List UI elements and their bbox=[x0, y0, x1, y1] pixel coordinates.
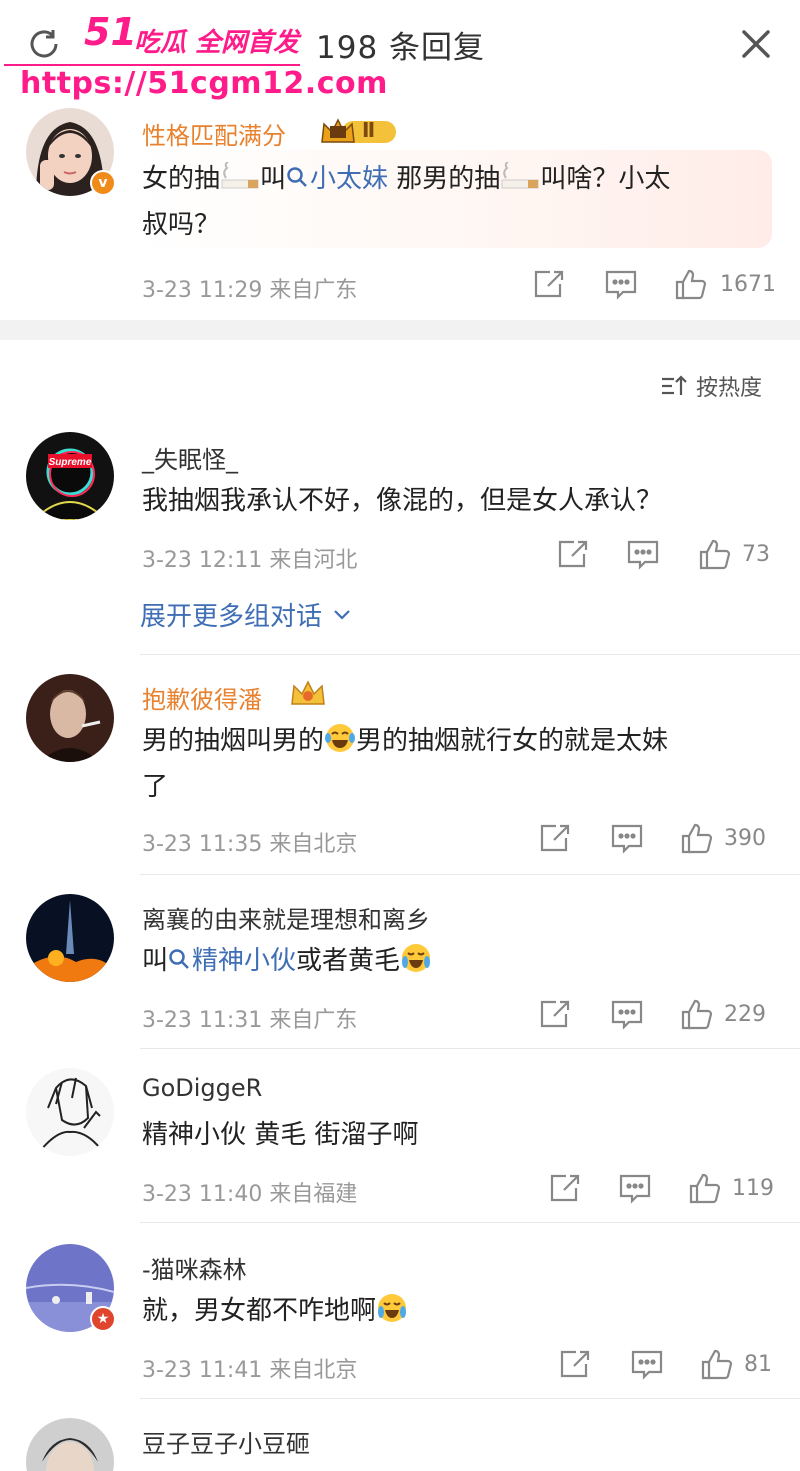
divider bbox=[140, 874, 800, 875]
comment-username[interactable]: GoDiggeR bbox=[142, 1074, 262, 1102]
watermark-underline bbox=[4, 64, 300, 66]
main-post-text: 女的抽叫小太妹 那男的抽 叫啥？小太 叔吗？ bbox=[142, 162, 671, 240]
watermark-slogan: 吃瓜 全网首发 bbox=[134, 28, 300, 58]
share-icon[interactable] bbox=[532, 268, 566, 300]
like-icon[interactable] bbox=[688, 1172, 722, 1204]
cigarette-emoji-icon bbox=[501, 162, 539, 189]
crying-laugh-emoji-icon bbox=[402, 944, 431, 972]
refresh-icon[interactable] bbox=[26, 26, 62, 62]
cigarette-emoji-icon bbox=[221, 162, 259, 189]
timestamp: 3-23 11:41 bbox=[142, 1358, 263, 1383]
avatar-logo-text: Supreme bbox=[49, 457, 92, 468]
like-icon[interactable] bbox=[700, 1348, 734, 1380]
like-count: 81 bbox=[744, 1352, 772, 1377]
star-badge-icon: ★ bbox=[90, 1306, 116, 1332]
sort-icon bbox=[662, 375, 687, 395]
share-icon[interactable] bbox=[556, 538, 590, 570]
comment-username[interactable]: 豆子豆子小豆砸 bbox=[142, 1424, 310, 1459]
crying-laugh-emoji-icon bbox=[378, 1294, 407, 1322]
comment-meta: 3-23 11:35 来自北京 bbox=[142, 826, 357, 858]
divider bbox=[140, 1048, 800, 1049]
comment-username[interactable]: 离襄的由来就是理想和离乡 bbox=[142, 900, 430, 935]
main-post: v 性格匹配满分 Ⅱ 女的抽叫小太妹 那男的抽 叫啥？小太 叔吗？ 3-23 11… bbox=[0, 88, 800, 320]
reply-count-title: 198 条回复 bbox=[316, 30, 486, 66]
location: 来自河北 bbox=[269, 548, 358, 573]
share-icon[interactable] bbox=[548, 1172, 582, 1204]
timestamp: 3-23 11:40 bbox=[142, 1182, 263, 1207]
comment-avatar[interactable] bbox=[26, 674, 114, 762]
search-icon bbox=[287, 167, 307, 187]
divider bbox=[140, 1398, 800, 1399]
divider bbox=[140, 654, 800, 655]
comment-text: 精神小伙 黄毛 街溜子啊 bbox=[142, 1120, 419, 1150]
comment-icon[interactable] bbox=[626, 538, 660, 570]
sort-by-hot-button[interactable]: 按热度 bbox=[660, 370, 762, 402]
comment-text: 我抽烟我承认不好，像混的，但是女人承认？ bbox=[142, 486, 663, 516]
like-count: 1671 bbox=[720, 272, 776, 297]
comment-username[interactable]: 抱歉彼得潘 bbox=[142, 680, 262, 715]
comment-meta: 3-23 12:11 来自河北 bbox=[142, 542, 357, 574]
comment-username[interactable]: -猫咪森林 bbox=[142, 1250, 247, 1285]
location: 来自广东 bbox=[269, 278, 358, 303]
laugh-cry-emoji-icon bbox=[325, 724, 356, 752]
comment-icon[interactable] bbox=[610, 822, 644, 854]
comment-text: 叫精神小伙或者黄毛 bbox=[142, 938, 432, 984]
like-count: 229 bbox=[724, 1002, 766, 1027]
like-count: 390 bbox=[724, 826, 766, 851]
comment-avatar[interactable] bbox=[26, 1418, 114, 1471]
comment-username[interactable]: _失眠怪_ bbox=[142, 440, 238, 475]
timestamp: 3-23 11:31 bbox=[142, 1008, 263, 1033]
section-separator bbox=[0, 320, 800, 340]
main-post-meta: 3-23 11:29 来自广东 bbox=[142, 272, 357, 304]
level-badge: Ⅱ bbox=[362, 118, 376, 142]
comment-avatar[interactable]: Supreme bbox=[26, 432, 114, 520]
expand-more-conversations-link[interactable]: 展开更多组对话 bbox=[140, 596, 352, 633]
comment-icon[interactable] bbox=[610, 998, 644, 1030]
location: 来自福建 bbox=[269, 1182, 358, 1207]
like-count: 73 bbox=[742, 542, 770, 567]
vip-crown-icon bbox=[321, 118, 396, 143]
like-icon[interactable] bbox=[698, 538, 732, 570]
search-icon bbox=[169, 949, 189, 969]
comment-text: 男的抽烟叫男的 男的抽烟就行女的就是太妹 了 bbox=[142, 718, 772, 810]
topic-link-jingshenxiaohuo[interactable]: 精神小伙 bbox=[168, 946, 296, 976]
vip-crown-icon bbox=[291, 680, 325, 705]
close-icon[interactable] bbox=[736, 24, 776, 64]
chevron-down-icon bbox=[334, 609, 350, 620]
header-bar: 198 条回复 51 吃瓜 全网首发 https://51cgm12.com bbox=[0, 0, 800, 101]
location: 来自广东 bbox=[269, 1008, 358, 1033]
main-post-username[interactable]: 性格匹配满分 bbox=[142, 116, 286, 151]
comment-meta: 3-23 11:40 来自福建 bbox=[142, 1176, 357, 1208]
comment-text: 就，男女都不咋地啊 bbox=[142, 1288, 408, 1334]
share-icon[interactable] bbox=[558, 1348, 592, 1380]
like-count: 119 bbox=[732, 1176, 774, 1201]
verified-badge: v bbox=[90, 170, 116, 196]
sort-label: 按热度 bbox=[696, 376, 763, 401]
comment-meta: 3-23 11:41 来自北京 bbox=[142, 1352, 357, 1384]
like-icon[interactable] bbox=[674, 268, 708, 300]
timestamp: 3-23 12:11 bbox=[142, 548, 263, 573]
comment-icon[interactable] bbox=[604, 268, 638, 300]
share-icon[interactable] bbox=[538, 998, 572, 1030]
topic-link-xiaotaimei[interactable]: 小太妹 bbox=[286, 164, 388, 194]
share-icon[interactable] bbox=[538, 822, 572, 854]
timestamp: 3-23 11:29 bbox=[142, 278, 263, 303]
timestamp: 3-23 11:35 bbox=[142, 832, 263, 857]
comment-icon[interactable] bbox=[618, 1172, 652, 1204]
comment-icon[interactable] bbox=[630, 1348, 664, 1380]
location: 来自北京 bbox=[269, 832, 358, 857]
comment-avatar[interactable] bbox=[26, 1068, 114, 1156]
like-icon[interactable] bbox=[680, 822, 714, 854]
divider bbox=[140, 1222, 800, 1223]
comment-meta: 3-23 11:31 来自广东 bbox=[142, 1002, 357, 1034]
location: 来自北京 bbox=[269, 1358, 358, 1383]
watermark-brand: 51 bbox=[84, 10, 137, 54]
like-icon[interactable] bbox=[680, 998, 714, 1030]
comment-avatar[interactable] bbox=[26, 894, 114, 982]
